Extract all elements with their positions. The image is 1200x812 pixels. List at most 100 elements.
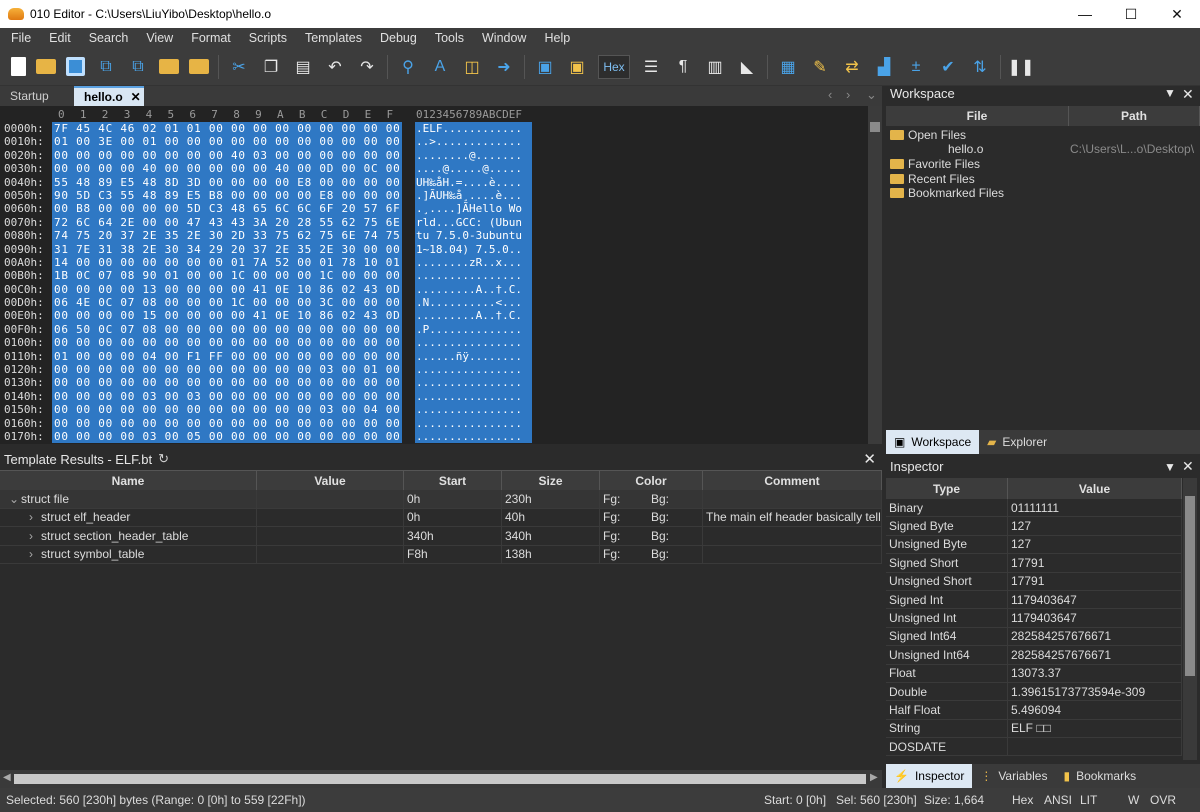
- hex-row[interactable]: 0100h: 00 00 00 00 00 00 00 00 00 00 00 0…: [0, 336, 868, 350]
- hex-row[interactable]: 0090h: 31 7E 31 38 2E 30 34 29 20 37 2E 3…: [0, 242, 868, 256]
- hex-editor[interactable]: 0 1 2 3 4 5 6 7 8 9 A B C D E F 0123456789ABCDEF 0000h: 7…: [0, 106, 868, 444]
- inspector-scrollbar[interactable]: [1183, 478, 1197, 760]
- redo-icon[interactable]: ↷: [356, 56, 378, 78]
- hex-row-bytes[interactable]: 01 00 3E 00 01 00 00 00 00 00 00 00 00 0…: [52, 135, 402, 149]
- col-file[interactable]: File: [886, 106, 1069, 126]
- columns-icon[interactable]: ▥: [704, 56, 726, 78]
- hex-row-ascii[interactable]: ..>.............: [415, 135, 532, 149]
- panel-menu-icon[interactable]: ▼: [1164, 460, 1176, 474]
- menu-scripts[interactable]: Scripts: [240, 31, 296, 45]
- hex-row-ascii[interactable]: .........A..†.C.: [415, 309, 532, 323]
- hex-row[interactable]: 0020h: 00 00 00 00 00 00 00 00 40 03 00 0…: [0, 148, 868, 163]
- hex-row-ascii[interactable]: ................: [415, 416, 532, 430]
- status-ansi[interactable]: ANSI: [1044, 793, 1072, 807]
- hex-row-bytes[interactable]: 00 00 00 00 00 00 00 00 00 00 00 00 00 0…: [52, 336, 402, 350]
- inspector-row[interactable]: Double 1.39615173773594e-309: [886, 682, 1182, 702]
- maximize-button[interactable]: ☐: [1108, 0, 1154, 28]
- hex-row-bytes[interactable]: 00 00 00 00 15 00 00 00 00 41 0E 10 86 0…: [52, 309, 402, 323]
- status-hex[interactable]: Hex: [1012, 793, 1033, 807]
- hex-row-ascii[interactable]: ........@.......: [415, 148, 532, 163]
- hex-row-bytes[interactable]: 00 00 00 00 00 00 00 00 00 00 00 00 00 0…: [52, 416, 402, 430]
- template-row[interactable]: › struct symbol_table F8h 138h Fg: Bg:: [0, 545, 882, 564]
- hex-row[interactable]: 0150h: 00 00 00 00 00 00 00 00 00 00 00 0…: [0, 403, 868, 417]
- inspector-value[interactable]: 13073.37: [1008, 664, 1182, 682]
- hex-row-ascii[interactable]: .¸....]ÃHello Wo: [415, 202, 532, 216]
- inspector-value[interactable]: 17791: [1008, 572, 1182, 590]
- inspector-row[interactable]: Signed Byte 127: [886, 517, 1182, 536]
- tab-startup[interactable]: Startup: [0, 86, 59, 106]
- inspector-row[interactable]: DOSDATE: [886, 738, 1182, 757]
- hex-row[interactable]: 0040h: 55 48 89 E5 48 8D 3D 00 00 00 00 E…: [0, 175, 868, 189]
- histogram-icon[interactable]: ▟: [873, 56, 895, 78]
- inspector-row[interactable]: Float 13073.37: [886, 664, 1182, 683]
- inspector-value[interactable]: [1008, 738, 1182, 756]
- template-row[interactable]: › struct section_header_table 340h 340h Fg: B…: [0, 527, 882, 546]
- inspector-value[interactable]: 01111111: [1008, 499, 1182, 517]
- expander-icon[interactable]: ›: [3, 547, 41, 561]
- hex-row[interactable]: 0030h: 00 00 00 00 40 00 00 00 00 00 40 0…: [0, 162, 868, 176]
- hex-row-bytes[interactable]: 72 6C 64 2E 00 00 47 43 43 3A 20 28 55 6…: [52, 215, 402, 230]
- highlight-icon[interactable]: ◣: [736, 56, 758, 78]
- hex-row-ascii[interactable]: ................: [415, 429, 532, 444]
- hex-row-ascii[interactable]: 1~18.04) 7.5.0..: [415, 242, 532, 256]
- new-file-icon[interactable]: [11, 57, 26, 76]
- hex-row-ascii[interactable]: ................: [415, 269, 532, 283]
- panel-menu-icon[interactable]: ▼: [1164, 86, 1176, 100]
- inspector-value[interactable]: ELF □□: [1008, 719, 1182, 738]
- inspector-row[interactable]: String ELF □□: [886, 719, 1182, 739]
- hex-row-ascii[interactable]: ................: [415, 403, 532, 417]
- hex-row-ascii[interactable]: ......ñÿ........: [415, 349, 532, 364]
- close-panel-icon[interactable]: ✕: [863, 450, 876, 468]
- tree-recent-files[interactable]: Recent Files: [890, 172, 975, 186]
- hex-row-bytes[interactable]: 06 4E 0C 07 08 00 00 00 1C 00 00 00 3C 0…: [52, 296, 402, 310]
- inspector-icon[interactable]: ✎: [809, 56, 831, 78]
- expander-icon[interactable]: ⌄: [3, 492, 21, 506]
- hex-row-ascii[interactable]: .ELF............: [415, 122, 532, 136]
- show-whitespace-icon[interactable]: ¶: [672, 56, 694, 78]
- scroll-left-icon[interactable]: ◀: [3, 772, 11, 783]
- hex-row-bytes[interactable]: 00 00 00 00 03 00 03 00 00 00 00 00 00 0…: [52, 389, 402, 404]
- menu-search[interactable]: Search: [80, 31, 138, 45]
- col-path[interactable]: Path: [1069, 106, 1200, 126]
- hex-row[interactable]: 0130h: 00 00 00 00 00 00 00 00 00 00 00 0…: [0, 376, 868, 390]
- col-size[interactable]: Size: [502, 471, 600, 490]
- hex-row-ascii[interactable]: ................: [415, 376, 532, 390]
- close-window-button[interactable]: ✕: [1154, 0, 1200, 28]
- goto-icon[interactable]: ➜: [493, 56, 515, 78]
- save-all-icon[interactable]: ⧉: [127, 56, 149, 78]
- hex-row[interactable]: 0140h: 00 00 00 00 03 00 03 00 00 00 00 0…: [0, 389, 868, 404]
- hex-row[interactable]: 0170h: 00 00 00 00 03 00 05 00 00 00 00 0…: [0, 429, 868, 444]
- hex-row-ascii[interactable]: .]ÃUH‰å¸....è...: [415, 188, 532, 203]
- menu-view[interactable]: View: [137, 31, 182, 45]
- undo-icon[interactable]: ↶: [324, 56, 346, 78]
- edit-as-icon[interactable]: ☰: [640, 56, 662, 78]
- inspector-row[interactable]: Half Float 5.496094: [886, 701, 1182, 720]
- operations-icon[interactable]: ✔: [937, 56, 959, 78]
- menu-edit[interactable]: Edit: [40, 31, 80, 45]
- menu-debug[interactable]: Debug: [371, 31, 426, 45]
- pause-icon[interactable]: ❚❚: [1008, 56, 1035, 78]
- col-name[interactable]: Name: [0, 471, 257, 490]
- inspector-row[interactable]: Binary 01111111: [886, 499, 1182, 518]
- tab-variables[interactable]: ⋮ Variables: [972, 764, 1055, 788]
- find-icon[interactable]: ⚲: [397, 56, 419, 78]
- template-row[interactable]: ⌄ struct file 0h 230h Fg: Bg:: [0, 490, 882, 509]
- replace-icon[interactable]: A: [429, 56, 451, 78]
- open-workspace-icon[interactable]: [189, 59, 209, 74]
- inspector-row[interactable]: Unsigned Byte 127: [886, 535, 1182, 555]
- hex-row-ascii[interactable]: rld...GCC: (Ubun: [415, 215, 532, 230]
- close-panel-icon[interactable]: ✕: [1182, 458, 1194, 475]
- paste-icon[interactable]: ▤: [292, 56, 314, 78]
- tab-hello-o[interactable]: hello.o ✕: [74, 86, 144, 106]
- tree-open-files[interactable]: Open Files: [890, 128, 966, 142]
- col-comment[interactable]: Comment: [703, 471, 882, 490]
- hex-row-ascii[interactable]: UH‰åH.=....è....: [415, 175, 532, 189]
- tree-favorite-files[interactable]: Favorite Files: [890, 157, 980, 171]
- tree-file-hello[interactable]: hello.o: [948, 142, 983, 156]
- hex-row-ascii[interactable]: ................: [415, 389, 532, 404]
- hex-row-ascii[interactable]: .P..............: [415, 322, 532, 337]
- hex-row[interactable]: 0060h: 00 B8 00 00 00 00 5D C3 48 65 6C 6…: [0, 202, 868, 216]
- inspector-row[interactable]: Signed Int64 282584257676671: [886, 627, 1182, 647]
- hex-row[interactable]: 00D0h: 06 4E 0C 07 08 00 00 00 1C 00 00 0…: [0, 296, 868, 310]
- hex-row-bytes[interactable]: 7F 45 4C 46 02 01 01 00 00 00 00 00 00 0…: [52, 122, 402, 136]
